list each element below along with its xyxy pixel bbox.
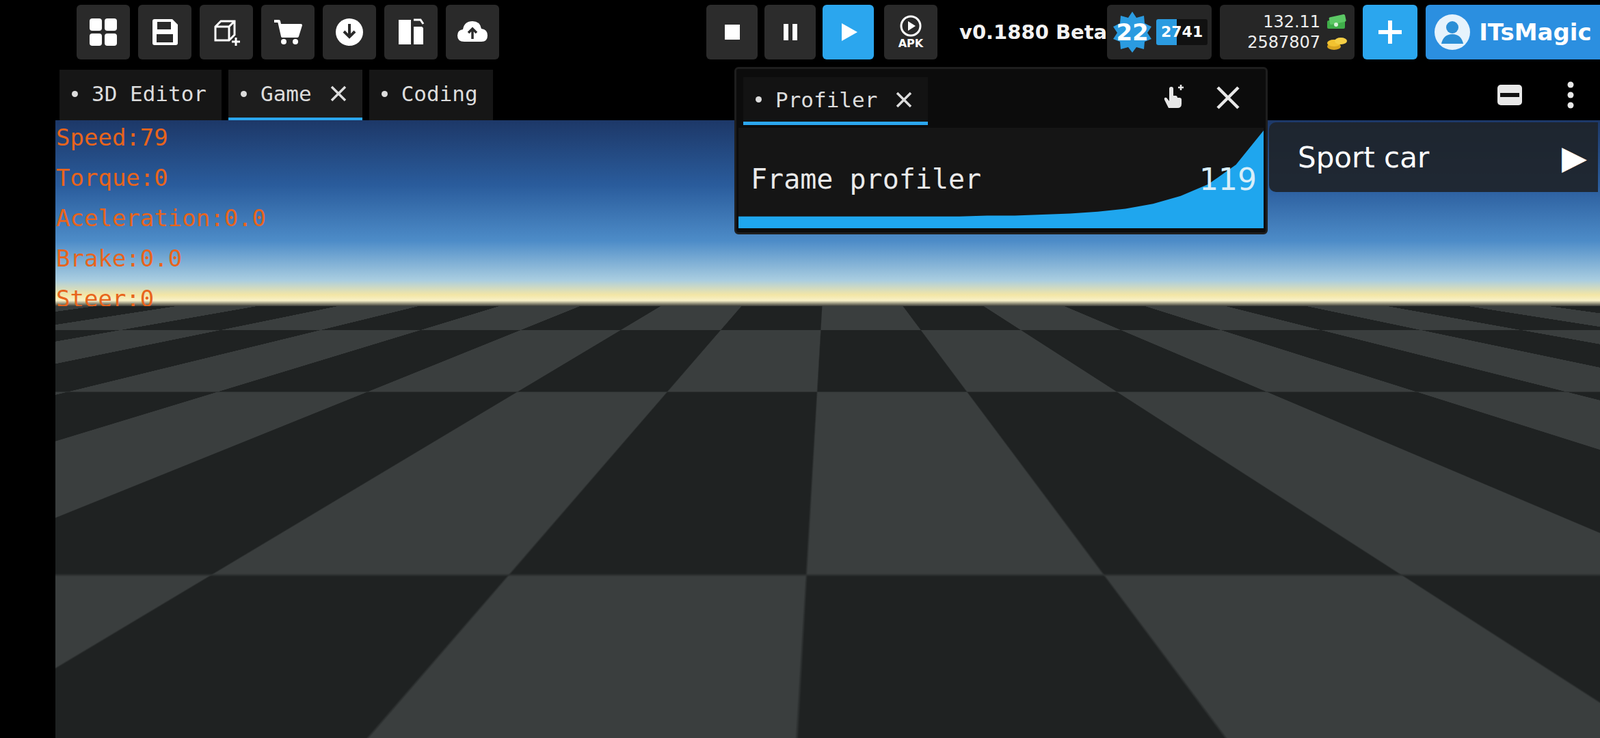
profiler-window[interactable]: ProfilerFrame profiler119 bbox=[734, 67, 1268, 235]
download-icon bbox=[334, 17, 365, 48]
minimize-icon[interactable] bbox=[1496, 83, 1524, 107]
toolbar: APKv0.1880 Beta222741132.112587807ITsMag… bbox=[0, 0, 1600, 64]
editor-tab[interactable]: Coding bbox=[369, 69, 493, 121]
apk-button[interactable]: APK bbox=[884, 4, 938, 60]
drag-hand-icon[interactable] bbox=[1160, 84, 1187, 111]
coins-icon bbox=[1325, 34, 1348, 51]
brake-button[interactable] bbox=[1427, 349, 1515, 439]
level-badge: 222741 bbox=[1107, 4, 1212, 60]
store-button[interactable] bbox=[261, 4, 315, 60]
tab-dot bbox=[381, 90, 388, 98]
add-object-button[interactable] bbox=[199, 4, 253, 60]
level-star: 22 bbox=[1111, 10, 1154, 54]
editor-screen: APKv0.1880 Beta222741132.112587807ITsMag… bbox=[0, 0, 1600, 738]
pause-icon bbox=[780, 21, 801, 43]
cash-icon bbox=[1325, 13, 1348, 31]
hud-stat: Steer:0 bbox=[56, 278, 266, 320]
stop-button[interactable] bbox=[706, 4, 758, 60]
editor-tab[interactable]: Game bbox=[228, 69, 363, 121]
profiler-header: Profiler bbox=[736, 69, 1266, 126]
profiler-tab[interactable]: Profiler bbox=[743, 77, 928, 126]
handbrake-button[interactable] bbox=[1158, 589, 1306, 666]
close-icon[interactable] bbox=[1215, 84, 1242, 111]
steer-right-button[interactable] bbox=[379, 583, 459, 662]
tool-group bbox=[76, 4, 500, 60]
floppy-icon bbox=[149, 17, 180, 48]
car-model bbox=[704, 326, 950, 530]
account-group: 222741132.112587807ITsMagic bbox=[1107, 4, 1600, 60]
version-label: v0.1880 Beta bbox=[959, 20, 1108, 44]
export-button[interactable] bbox=[384, 4, 438, 60]
xp-bar: 2741 bbox=[1156, 19, 1208, 46]
frame-chart: Frame profiler119 bbox=[738, 127, 1264, 229]
playback-group: APK v0.1880 Beta bbox=[706, 4, 1108, 60]
save-button[interactable] bbox=[138, 4, 192, 60]
gas-pedal-button[interactable] bbox=[1414, 528, 1509, 666]
add-currency-button[interactable] bbox=[1362, 4, 1418, 60]
download-button[interactable] bbox=[322, 4, 377, 60]
close-icon[interactable] bbox=[895, 90, 913, 109]
tab-dot bbox=[240, 90, 247, 98]
vehicle-dropdown[interactable]: Sport car▶ bbox=[1269, 122, 1598, 193]
play-icon bbox=[837, 21, 860, 44]
upload-button[interactable] bbox=[445, 4, 500, 60]
steer-left-button[interactable] bbox=[157, 583, 238, 662]
file-swap-icon bbox=[395, 17, 426, 48]
play-button[interactable] bbox=[822, 4, 874, 60]
cube-plus-icon bbox=[211, 17, 242, 48]
hud-stat: Torque:0 bbox=[56, 157, 266, 199]
hud-stat: Brake:0.0 bbox=[56, 238, 266, 279]
plus-icon bbox=[1375, 17, 1405, 47]
more-icon[interactable] bbox=[1565, 81, 1576, 109]
pause-button[interactable] bbox=[764, 4, 816, 60]
tab-dot bbox=[71, 90, 78, 98]
android-play-icon bbox=[899, 14, 923, 38]
account-button[interactable]: ITsMagic bbox=[1425, 4, 1600, 60]
grid-icon bbox=[88, 17, 119, 48]
tab-dot bbox=[755, 96, 762, 103]
user-icon bbox=[1433, 13, 1471, 51]
currency-box: 132.112587807 bbox=[1219, 4, 1355, 60]
hud-stat: Aceleration:0.0 bbox=[56, 198, 266, 239]
hud: Speed:79Torque:0Aceleration:0.0Brake:0.0… bbox=[56, 120, 266, 320]
hud-stat: Speed:79 bbox=[56, 120, 266, 158]
close-icon[interactable] bbox=[329, 84, 348, 103]
cloud-upload-icon bbox=[456, 17, 489, 48]
layout-button[interactable] bbox=[76, 4, 130, 60]
cart-icon bbox=[272, 17, 303, 48]
stop-icon bbox=[722, 21, 743, 43]
editor-tab[interactable]: 3D Editor bbox=[59, 69, 222, 121]
